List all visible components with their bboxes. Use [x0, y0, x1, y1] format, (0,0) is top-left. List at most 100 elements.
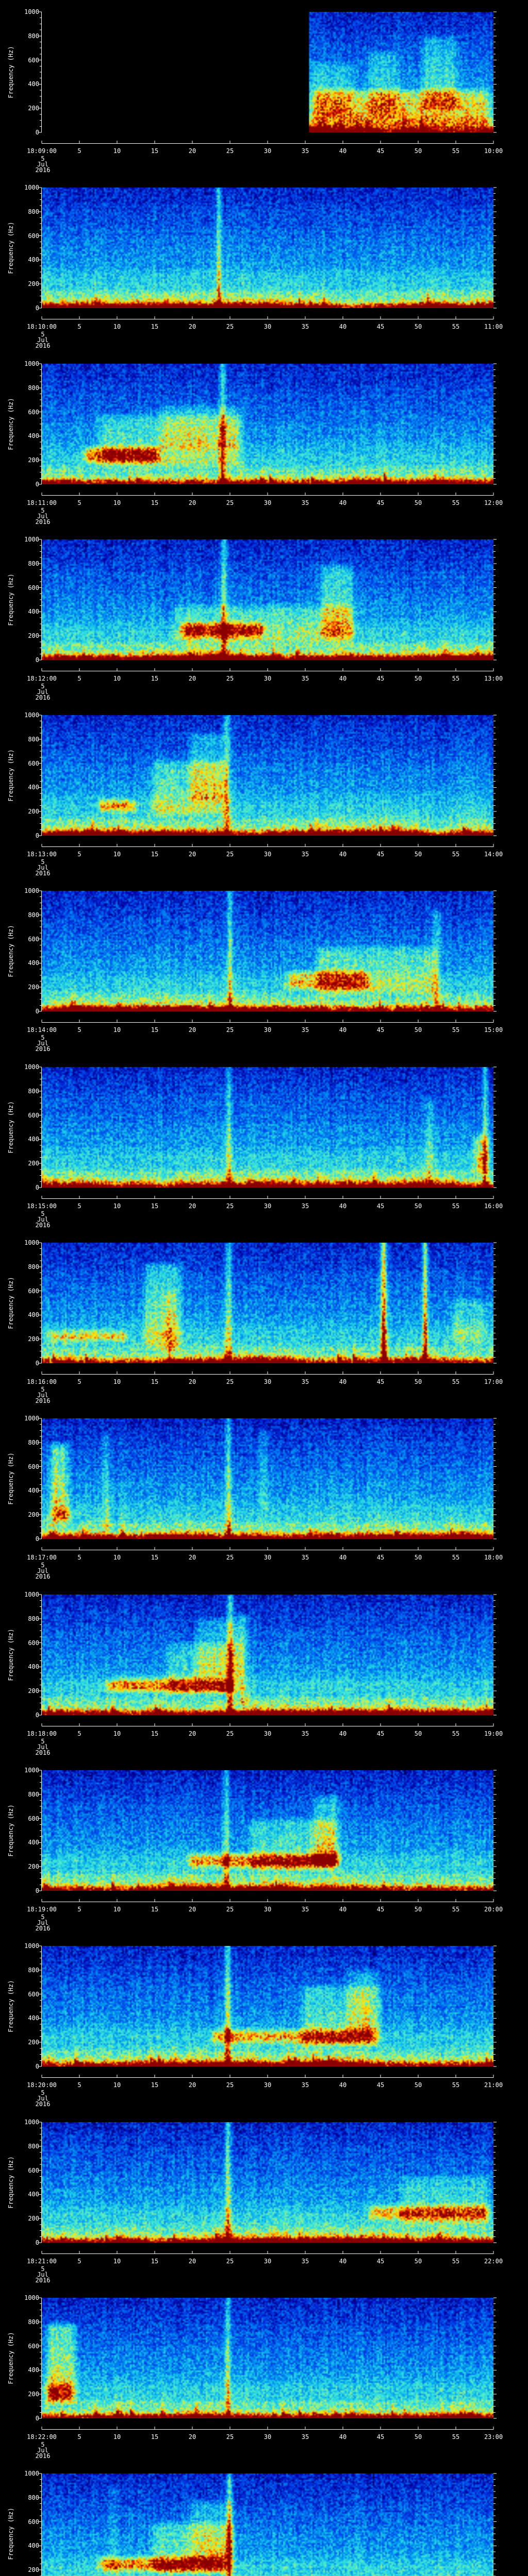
x-tick-label: 10	[113, 499, 121, 506]
x-tick-label: 10	[113, 1906, 121, 1913]
x-tick-label: 45	[376, 1378, 385, 1385]
x-start-time-label: 18:20:00	[27, 2081, 57, 2089]
spectrogram-image	[42, 1067, 493, 1188]
y-tick-label: 400	[28, 1136, 39, 1143]
y-tick-label: 200	[28, 632, 39, 639]
x-tick-label: 25	[226, 323, 234, 330]
x-tick-label: 50	[414, 2258, 422, 2265]
x-tick-label: 5	[77, 147, 81, 155]
y-tick-label: 200	[28, 456, 39, 464]
y-tick-label: 0	[35, 129, 39, 136]
x-tick-label: 15	[151, 147, 159, 155]
x-tick-label: 45	[376, 147, 385, 155]
x-tick-label: 5	[77, 675, 81, 682]
spectrogram-image	[42, 364, 493, 484]
y-tick-label: 800	[28, 208, 39, 215]
x-tick-label: 5	[77, 1730, 81, 1737]
x-tick-label: 55	[452, 323, 460, 330]
x-tick-label: 20	[188, 1906, 196, 1913]
x-start-time-label: 18:17:00	[27, 1554, 57, 1561]
spectrogram-image	[42, 539, 493, 660]
x-tick-label: 55	[452, 1554, 460, 1561]
x-start-time-label: 18:19:00	[27, 1906, 57, 1913]
y-tick-label: 0	[35, 2239, 39, 2246]
x-tick-label: 35	[301, 675, 309, 682]
x-tick-label: 40	[339, 1026, 347, 1033]
y-tick-label: 400	[28, 80, 39, 88]
y-tick-label: 1000	[24, 8, 39, 15]
x-tick-label: 40	[339, 675, 347, 682]
x-tick-label: 20	[188, 499, 196, 506]
x-tick-label: 20	[188, 2433, 196, 2441]
spectrogram-image	[42, 1418, 493, 1539]
y-tick-label: 1000	[24, 1063, 39, 1071]
y-tick-label: 1000	[24, 360, 39, 367]
x-tick-label: 15	[151, 499, 159, 506]
y-tick-label: 800	[28, 2494, 39, 2501]
x-tick-label: 20	[188, 323, 196, 330]
x-start-time-label: 18:21:00	[27, 2258, 57, 2265]
y-tick-label: 600	[28, 760, 39, 767]
spectrogram-image	[42, 715, 493, 836]
x-tick-label: 45	[376, 851, 385, 858]
y-tick-label: 400	[28, 784, 39, 791]
x-tick-label: 30	[263, 675, 272, 682]
x-tick-label: 25	[226, 1026, 234, 1033]
x-start-time-label: 18:16:00	[27, 1378, 57, 1385]
x-tick-label: 30	[263, 323, 272, 330]
x-tick-label: 15	[151, 851, 159, 858]
date-line-label: 2016	[35, 1397, 51, 1404]
x-end-time-label: 20:00	[484, 1906, 503, 1913]
x-tick-label: 10	[113, 851, 121, 858]
x-tick-label: 55	[452, 2433, 460, 2441]
x-start-time-label: 18:22:00	[27, 2433, 57, 2441]
x-tick-label: 10	[113, 1026, 121, 1033]
y-tick-label: 600	[28, 57, 39, 64]
date-line-label: 2016	[35, 2100, 51, 2108]
spectrogram-image	[42, 1243, 493, 1363]
x-end-time-label: 18:00	[484, 1554, 503, 1561]
x-tick-label: 45	[376, 1026, 385, 1033]
y-tick-label: 0	[35, 481, 39, 488]
spectrogram-panel: Frequency (Hz) 18:23:00 24:00 0200400600…	[0, 2462, 528, 2576]
date-line-label: 2016	[35, 870, 51, 877]
x-tick-label: 45	[376, 675, 385, 682]
y-tick-label: 1000	[24, 1591, 39, 1598]
date-line-label: 2016	[35, 694, 51, 701]
x-end-time-label: 10:00	[484, 147, 503, 155]
x-tick-label: 55	[452, 1202, 460, 1210]
y-tick-label: 0	[35, 304, 39, 312]
x-tick-label: 40	[339, 147, 347, 155]
x-tick-label: 40	[339, 1906, 347, 1913]
x-tick-label: 5	[77, 2081, 81, 2089]
x-tick-label: 20	[188, 1554, 196, 1561]
x-tick-label: 20	[188, 675, 196, 682]
spectrogram-image	[42, 1770, 493, 1891]
x-tick-label: 25	[226, 1554, 234, 1561]
date-line-label: 2016	[35, 2277, 51, 2284]
x-tick-label: 55	[452, 2081, 460, 2089]
spectrogram-image	[42, 12, 493, 132]
x-tick-label: 40	[339, 1730, 347, 1737]
x-tick-label: 35	[301, 1202, 309, 1210]
y-tick-label: 800	[28, 1967, 39, 1974]
x-tick-label: 30	[263, 147, 272, 155]
x-tick-label: 55	[452, 675, 460, 682]
x-tick-label: 30	[263, 2081, 272, 2089]
spectrogram-panel: Frequency (Hz) 18:22:00 23:00 0 200 400 600…	[0, 2286, 528, 2462]
x-tick-label: 20	[188, 1378, 196, 1385]
x-tick-label: 20	[188, 147, 196, 155]
x-tick-label: 55	[452, 499, 460, 506]
y-tick-label: 1000	[24, 1767, 39, 1774]
x-tick-label: 45	[376, 499, 385, 506]
y-tick-label: 200	[28, 1511, 39, 1518]
y-tick-label: 200	[28, 105, 39, 112]
x-tick-label: 35	[301, 1730, 309, 1737]
spectrogram-image	[42, 188, 493, 308]
x-tick-label: 25	[226, 1906, 234, 1913]
x-tick-label: 30	[263, 1730, 272, 1737]
x-tick-label: 5	[77, 2433, 81, 2441]
x-tick-label: 5	[77, 323, 81, 330]
x-tick-label: 30	[263, 2433, 272, 2441]
x-tick-label: 40	[339, 2258, 347, 2265]
